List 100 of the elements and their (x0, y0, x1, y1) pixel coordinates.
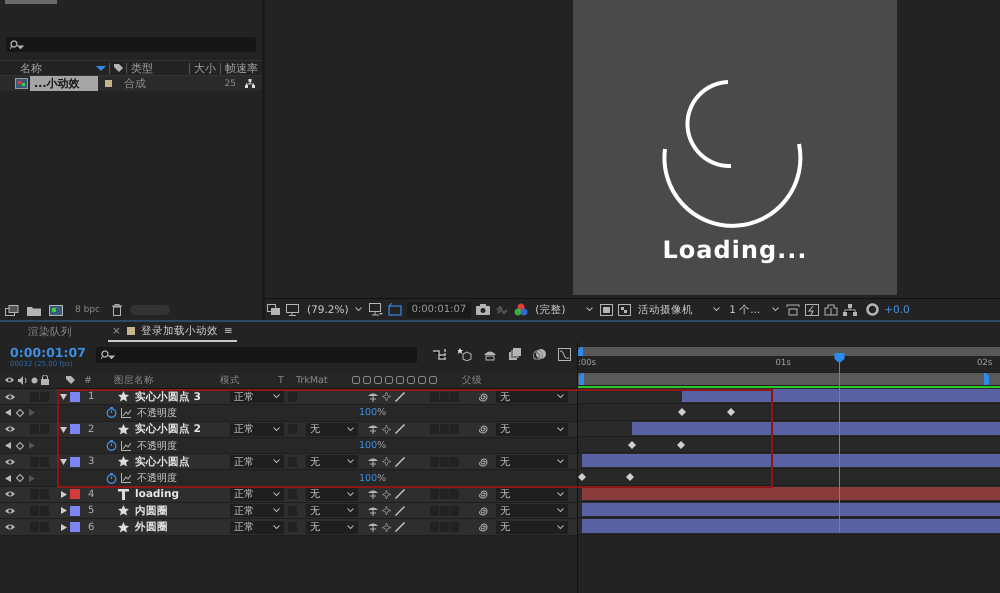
layer-duration-bar[interactable] (582, 503, 1000, 516)
sort-arrow-icon[interactable] (96, 66, 106, 70)
layer-name[interactable]: 实心小圆点 3 (135, 390, 201, 404)
flowchart-icon[interactable] (843, 304, 858, 316)
project-item-name[interactable]: ...小动效 (30, 76, 98, 91)
toggle-pixel-aspect-icon[interactable] (786, 304, 800, 316)
timeline-icon[interactable] (824, 304, 838, 316)
pick-whip-icon[interactable] (479, 489, 489, 500)
snapshot-icon[interactable] (476, 304, 490, 315)
layer-duration-bar[interactable] (632, 422, 1000, 435)
current-time[interactable]: 0:00:01:07 (10, 345, 96, 360)
previous-keyframe-icon[interactable] (5, 474, 11, 482)
switch-toggle[interactable] (288, 489, 297, 500)
composition-mini-flowchart-icon[interactable] (433, 348, 447, 361)
disclosure-triangle-icon[interactable] (60, 490, 66, 498)
parent-dropdown[interactable]: 无 (496, 488, 568, 501)
trash-icon[interactable] (112, 304, 122, 316)
disclosure-triangle-icon[interactable] (60, 524, 66, 531)
transparency-grid-icon[interactable] (618, 304, 632, 316)
label-color-swatch[interactable] (70, 424, 80, 434)
parent-dropdown[interactable]: 无 (496, 504, 568, 518)
switch-toggle[interactable] (440, 489, 449, 500)
label-color-swatch[interactable] (70, 522, 80, 532)
lock-icon[interactable] (41, 375, 49, 385)
switch-toggle[interactable] (288, 392, 297, 402)
disclosure-triangle-icon[interactable] (60, 507, 66, 514)
work-area-end-handle[interactable] (984, 373, 989, 385)
switch-toggle[interactable] (450, 392, 459, 402)
parent-dropdown[interactable]: 无 (496, 455, 568, 468)
close-tab-button[interactable]: × (112, 325, 121, 337)
region-of-interest-icon[interactable] (600, 304, 614, 316)
always-preview-icon[interactable] (267, 304, 281, 316)
panel-tab[interactable]: 渲染队列 (24, 323, 76, 341)
eye-icon[interactable] (4, 376, 15, 384)
eye-icon[interactable] (4, 392, 16, 401)
label-color-swatch[interactable] (70, 506, 80, 516)
track-matte-dropdown[interactable]: 无 (306, 422, 358, 436)
blend-mode-dropdown[interactable]: 正常 (230, 422, 284, 436)
property-value[interactable]: 100 (359, 472, 378, 484)
pick-whip-icon[interactable] (479, 506, 489, 516)
eye-icon[interactable] (4, 490, 16, 498)
add-keyframe-icon[interactable] (16, 474, 24, 482)
color-channels-icon[interactable] (514, 303, 528, 316)
graph-icon[interactable] (121, 440, 131, 451)
add-keyframe-icon[interactable] (16, 408, 24, 417)
camera-dropdown[interactable]: 活动摄像机 (636, 300, 722, 318)
layer-name[interactable]: 外圆圈 (135, 520, 168, 534)
navigator-start-handle[interactable] (578, 347, 583, 356)
stopwatch-icon[interactable] (106, 407, 117, 418)
previous-keyframe-icon[interactable] (5, 442, 11, 450)
view-layout-dropdown[interactable]: 1 个... (727, 300, 782, 318)
graph-icon[interactable] (121, 473, 131, 484)
search-field[interactable] (96, 347, 417, 363)
property-value[interactable]: 100 (359, 407, 378, 418)
pick-whip-icon[interactable] (479, 392, 489, 402)
track-matte-dropdown[interactable]: 无 (306, 488, 358, 501)
zoom-dropdown[interactable]: (79.2%) (305, 300, 364, 318)
keyframe-icon[interactable] (626, 473, 634, 482)
layer-name[interactable]: loading (135, 488, 180, 500)
monitor-icon[interactable] (286, 304, 300, 316)
speaker-icon[interactable] (18, 376, 28, 384)
folder-icon[interactable] (27, 304, 41, 316)
work-area-start-handle[interactable] (579, 373, 584, 385)
track-matte-dropdown[interactable]: 无 (306, 504, 358, 518)
label-color-swatch[interactable] (70, 392, 80, 402)
stopwatch-icon[interactable] (106, 440, 117, 452)
previous-keyframe-icon[interactable] (5, 409, 11, 416)
keyframe-icon[interactable] (726, 408, 735, 416)
pick-whip-icon[interactable] (479, 456, 489, 467)
keyframe-icon[interactable] (678, 408, 686, 416)
parent-dropdown[interactable]: 无 (496, 520, 568, 534)
disclosure-triangle-icon[interactable] (60, 393, 66, 400)
keyframe-icon[interactable] (628, 440, 636, 449)
switch-toggle[interactable] (430, 489, 439, 500)
blend-mode-dropdown[interactable]: 正常 (230, 504, 284, 518)
bit-depth-button[interactable]: 8 bpc (71, 305, 104, 315)
panel-menu-button[interactable]: ≡ (224, 325, 233, 337)
label-color-swatch[interactable] (70, 456, 80, 467)
blend-mode-dropdown[interactable]: 正常 (230, 390, 284, 404)
interpret-footage-icon[interactable] (5, 304, 19, 316)
layer-name[interactable]: 内圆圈 (135, 504, 168, 518)
blend-mode-dropdown[interactable]: 正常 (230, 455, 284, 468)
layer-name[interactable]: 实心小圆点 2 (135, 422, 201, 436)
parent-dropdown[interactable]: 无 (496, 422, 568, 436)
keyframe-icon[interactable] (676, 440, 685, 449)
eye-icon[interactable] (4, 523, 16, 532)
search-field[interactable] (6, 37, 256, 52)
fast-preview-icon[interactable] (805, 304, 820, 316)
draft-3d-icon[interactable] (458, 348, 472, 361)
grid-guides-icon[interactable] (368, 303, 383, 316)
blend-mode-dropdown[interactable]: 正常 (230, 520, 284, 534)
add-keyframe-icon[interactable] (16, 442, 24, 450)
disclosure-triangle-icon[interactable] (60, 458, 66, 466)
layer-name[interactable]: 实心小圆点 (135, 454, 190, 469)
stopwatch-icon[interactable] (106, 472, 117, 484)
eye-icon[interactable] (4, 425, 16, 434)
parent-dropdown[interactable]: 无 (496, 390, 568, 404)
switch-toggle[interactable] (430, 392, 439, 402)
solo-dot-icon[interactable] (31, 376, 38, 384)
switch-toggle[interactable] (440, 392, 449, 402)
